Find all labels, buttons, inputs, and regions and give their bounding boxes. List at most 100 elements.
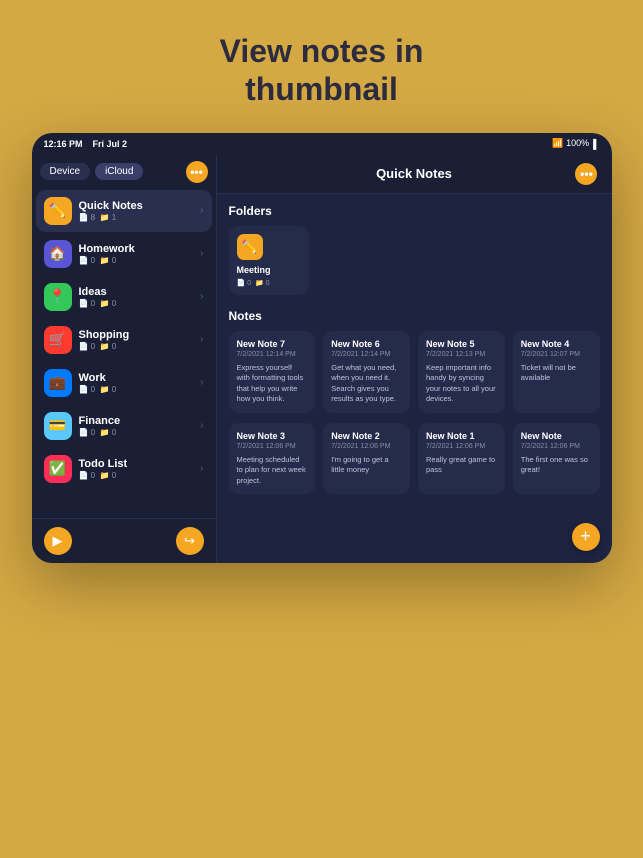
- todo-meta: 📄 0 📁 0: [79, 471, 201, 480]
- sidebar-item-shopping[interactable]: 🛒 Shopping 📄 0 📁 0 ›: [36, 319, 212, 361]
- note-5-date: 7/2/2021 12:13 PM: [426, 351, 497, 358]
- main-more-button[interactable]: •••: [575, 163, 597, 185]
- note-6-date: 7/2/2021 12:14 PM: [331, 351, 402, 358]
- note-4-title: New Note 4: [521, 339, 592, 349]
- notes-grid-row2: New Note 3 7/2/2021 12:06 PM Meeting sch…: [229, 423, 600, 495]
- note-1-title: New Note 1: [426, 431, 497, 441]
- notes-grid-row1: New Note 7 7/2/2021 12:14 PM Express you…: [229, 331, 600, 413]
- note-card-7[interactable]: New Note 7 7/2/2021 12:14 PM Express you…: [229, 331, 316, 413]
- wifi-icon: 📶 100%: [552, 138, 589, 149]
- work-meta: 📄 0 📁 0: [79, 385, 201, 394]
- quick-notes-meta: 📄 8 📁 1: [79, 213, 201, 222]
- quick-notes-label: Quick Notes: [79, 200, 201, 212]
- shopping-info: Shopping 📄 0 📁 0: [79, 329, 201, 351]
- note-5-body: Keep important info handy by syncing you…: [426, 363, 497, 405]
- finance-icon: 💳: [44, 412, 72, 440]
- finance-meta: 📄 0 📁 0: [79, 428, 201, 437]
- page-header: View notes in thumbnail: [180, 0, 464, 133]
- work-info: Work 📄 0 📁 0: [79, 372, 201, 394]
- note-3-body: Meeting scheduled to plan for next week …: [237, 455, 308, 487]
- sidebar-item-homework[interactable]: 🏠 Homework 📄 0 📁 0 ›: [36, 233, 212, 275]
- todo-info: Todo List 📄 0 📁 0: [79, 458, 201, 480]
- sidebar-more-button[interactable]: •••: [186, 161, 208, 183]
- chevron-icon: ›: [200, 205, 203, 216]
- sidebar-item-todo-list[interactable]: ✅ Todo List 📄 0 📁 0 ›: [36, 448, 212, 490]
- main-title: Quick Notes: [376, 166, 452, 181]
- note-3-date: 7/2/2021 12:06 PM: [237, 443, 308, 450]
- meeting-folder-icon: ✏️: [237, 234, 263, 260]
- sidebar-footer: ▶ ↪: [32, 518, 216, 563]
- sidebar-item-ideas[interactable]: 📍 Ideas 📄 0 📁 0 ›: [36, 276, 212, 318]
- folders-grid: ✏️ Meeting 📄 0 📁 0: [229, 226, 600, 295]
- quick-notes-info: Quick Notes 📄 8 📁 1: [79, 200, 201, 222]
- main-header: Quick Notes •••: [217, 155, 612, 194]
- note-card-5[interactable]: New Note 5 7/2/2021 12:13 PM Keep import…: [418, 331, 505, 413]
- note-7-title: New Note 7: [237, 339, 308, 349]
- note-card-3[interactable]: New Note 3 7/2/2021 12:06 PM Meeting sch…: [229, 423, 316, 495]
- meeting-folder-meta: 📄 0 📁 0: [237, 279, 301, 287]
- note-card-4[interactable]: New Note 4 7/2/2021 12:07 PM Ticket will…: [513, 331, 600, 413]
- finance-label: Finance: [79, 415, 201, 427]
- note-5-title: New Note 5: [426, 339, 497, 349]
- note-6-title: New Note 6: [331, 339, 402, 349]
- header-title: View notes in thumbnail: [220, 33, 424, 107]
- device-frame: 12:16 PM Fri Jul 2 📶 100% ▌ Device iClou…: [32, 133, 612, 563]
- note-7-body: Express yourself with formatting tools t…: [237, 363, 308, 405]
- todo-label: Todo List: [79, 458, 201, 470]
- note-card-1[interactable]: New Note 1 7/2/2021 12:06 PM Really grea…: [418, 423, 505, 495]
- quick-notes-icon: ✏️: [44, 197, 72, 225]
- ideas-icon: 📍: [44, 283, 72, 311]
- work-icon: 💼: [44, 369, 72, 397]
- note-4-date: 7/2/2021 12:07 PM: [521, 351, 592, 358]
- main-scroll-area[interactable]: Folders ✏️ Meeting 📄 0 📁 0 Notes N: [217, 194, 612, 563]
- homework-icon: 🏠: [44, 240, 72, 268]
- note-2-date: 7/2/2021 12:06 PM: [331, 443, 402, 450]
- note-card-0[interactable]: New Note 7/2/2021 12:06 PM The first one…: [513, 423, 600, 495]
- note-1-body: Really great game to pass: [426, 455, 497, 476]
- folder-card-meeting[interactable]: ✏️ Meeting 📄 0 📁 0: [229, 226, 309, 295]
- folders-section-title: Folders: [229, 204, 600, 218]
- chevron-icon: ›: [200, 291, 203, 302]
- note-6-body: Get what you need, when you need it. Sea…: [331, 363, 402, 405]
- homework-info: Homework 📄 0 📁 0: [79, 243, 201, 265]
- sidebar: Device iCloud ••• ✏️ Quick Notes 📄 8 📁 1…: [32, 155, 217, 563]
- todo-icon: ✅: [44, 455, 72, 483]
- tab-device[interactable]: Device: [40, 163, 91, 180]
- work-label: Work: [79, 372, 201, 384]
- note-card-6[interactable]: New Note 6 7/2/2021 12:14 PM Get what yo…: [323, 331, 410, 413]
- note-2-title: New Note 2: [331, 431, 402, 441]
- sidebar-item-finance[interactable]: 💳 Finance 📄 0 📁 0 ›: [36, 405, 212, 447]
- meeting-folder-name: Meeting: [237, 265, 301, 275]
- chevron-icon: ›: [200, 334, 203, 345]
- shopping-icon: 🛒: [44, 326, 72, 354]
- shopping-label: Shopping: [79, 329, 201, 341]
- main-content-wrapper: Quick Notes ••• Folders ✏️ Meeting 📄 0 📁…: [217, 155, 612, 563]
- tab-icloud[interactable]: iCloud: [95, 163, 143, 180]
- note-7-date: 7/2/2021 12:14 PM: [237, 351, 308, 358]
- play-button[interactable]: ▶: [44, 527, 72, 555]
- ideas-meta: 📄 0 📁 0: [79, 299, 201, 308]
- note-0-title: New Note: [521, 431, 592, 441]
- app-container: Device iCloud ••• ✏️ Quick Notes 📄 8 📁 1…: [32, 155, 612, 563]
- ideas-label: Ideas: [79, 286, 201, 298]
- chevron-icon: ›: [200, 377, 203, 388]
- note-0-body: The first one was so great!: [521, 455, 592, 476]
- export-button[interactable]: ↪: [176, 527, 204, 555]
- note-1-date: 7/2/2021 12:06 PM: [426, 443, 497, 450]
- sidebar-items-list: ✏️ Quick Notes 📄 8 📁 1 › 🏠 Homework 📄 0 …: [32, 187, 216, 518]
- note-3-title: New Note 3: [237, 431, 308, 441]
- notes-section-title: Notes: [229, 309, 600, 323]
- finance-info: Finance 📄 0 📁 0: [79, 415, 201, 437]
- chevron-icon: ›: [200, 420, 203, 431]
- note-2-body: I'm going to get a little money: [331, 455, 402, 476]
- note-4-body: Ticket will not be available: [521, 363, 592, 384]
- fab-add-button[interactable]: +: [572, 523, 600, 551]
- homework-label: Homework: [79, 243, 201, 255]
- chevron-icon: ›: [200, 463, 203, 474]
- homework-meta: 📄 0 📁 0: [79, 256, 201, 265]
- sidebar-item-quick-notes[interactable]: ✏️ Quick Notes 📄 8 📁 1 ›: [36, 190, 212, 232]
- sidebar-item-work[interactable]: 💼 Work 📄 0 📁 0 ›: [36, 362, 212, 404]
- note-card-2[interactable]: New Note 2 7/2/2021 12:06 PM I'm going t…: [323, 423, 410, 495]
- status-bar: 12:16 PM Fri Jul 2 📶 100% ▌: [32, 133, 612, 155]
- ideas-info: Ideas 📄 0 📁 0: [79, 286, 201, 308]
